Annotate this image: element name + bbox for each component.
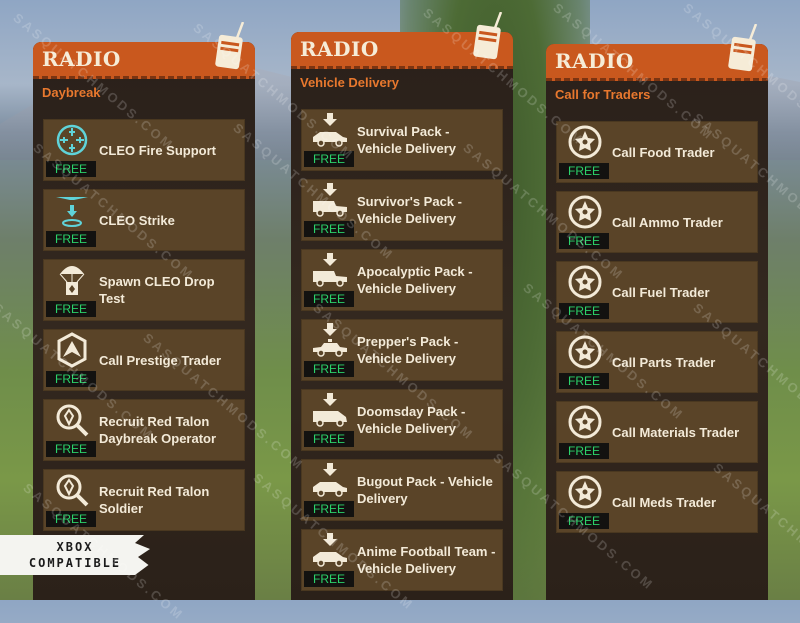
trader-star-icon <box>564 265 606 299</box>
radio-item[interactable]: FREE CLEO Fire Support <box>43 119 245 181</box>
item-label: Call Prestige Trader <box>99 352 222 368</box>
prestige-chevron-icon <box>51 332 93 368</box>
radio-item[interactable]: FREE Bugout Pack - Vehicle Delivery <box>301 459 503 521</box>
item-label: Call Parts Trader <box>612 354 716 370</box>
parachute-drop-icon <box>51 263 93 297</box>
van-delivery-icon <box>309 393 351 427</box>
price-badge: FREE <box>304 571 354 587</box>
radio-item[interactable]: FREE Prepper's Pack - Vehicle Delivery <box>301 319 503 381</box>
price-badge: FREE <box>46 441 96 457</box>
radio-item[interactable]: FREE Spawn CLEO Drop Test <box>43 259 245 321</box>
radio-item[interactable]: FREE Survival Pack - Vehicle Delivery <box>301 109 503 171</box>
price-badge: FREE <box>559 233 609 249</box>
price-badge: FREE <box>304 431 354 447</box>
item-label: Bugout Pack - Vehicle Delivery <box>357 474 493 506</box>
badge-line-1: XBOX <box>56 540 94 554</box>
price-badge: FREE <box>559 163 609 179</box>
radio-item[interactable]: FREE CLEO Strike <box>43 189 245 251</box>
recruit-search-icon <box>51 403 93 437</box>
item-label: Doomsday Pack - Vehicle Delivery <box>357 404 466 436</box>
item-label: CLEO Fire Support <box>99 142 216 158</box>
item-label: Call Food Trader <box>612 144 715 160</box>
item-label: Survivor's Pack - Vehicle Delivery <box>357 194 462 226</box>
trader-star-icon <box>564 195 606 229</box>
item-label: Prepper's Pack - Vehicle Delivery <box>357 334 459 366</box>
radio-panel-vehicle-delivery: RADIO Vehicle Delivery FREE Survival Pack -… <box>291 11 513 600</box>
radio-item[interactable]: FREE Recruit Red Talon Soldier <box>43 469 245 531</box>
radio-item[interactable]: FREE Call Parts Trader <box>556 331 758 393</box>
radio-item[interactable]: FREE Call Ammo Trader <box>556 191 758 253</box>
item-label: Anime Football Team - Vehicle Delivery <box>357 544 496 576</box>
item-list: FREE CLEO Fire Support FREE CLEO Strike FREE… <box>33 103 255 531</box>
car-delivery-icon <box>309 113 351 147</box>
item-label: Call Meds Trader <box>612 494 717 510</box>
radio-item[interactable]: FREE Survivor's Pack - Vehicle Delivery <box>301 179 503 241</box>
price-badge: FREE <box>304 151 354 167</box>
radio-item[interactable]: FREE Call Prestige Trader <box>43 329 245 391</box>
item-label: Call Materials Trader <box>612 424 740 440</box>
trader-star-icon <box>564 335 606 369</box>
airstrike-icon <box>51 193 93 227</box>
price-badge: FREE <box>559 303 609 319</box>
price-badge: FREE <box>304 361 354 377</box>
radio-icon <box>728 23 758 72</box>
recruit-search-icon <box>51 473 93 507</box>
jeep-delivery-icon <box>309 253 351 287</box>
price-badge: FREE <box>304 221 354 237</box>
trader-star-icon <box>564 405 606 439</box>
panel-subtitle: Vehicle Delivery <box>300 75 400 90</box>
radio-item[interactable]: FREE Anime Football Team - Vehicle Delive… <box>301 529 503 591</box>
jeep-delivery-icon <box>309 183 351 217</box>
price-badge: FREE <box>46 371 96 387</box>
price-badge: FREE <box>304 501 354 517</box>
item-label: Recruit Red Talon Soldier <box>99 484 210 516</box>
price-badge: FREE <box>304 291 354 307</box>
badge-line-2: COMPATIBLE <box>28 556 122 570</box>
panel-subtitle: Daybreak <box>42 85 101 100</box>
panel-title: RADIO <box>42 47 121 71</box>
radio-item[interactable]: FREE Call Food Trader <box>556 121 758 183</box>
price-badge: FREE <box>559 513 609 529</box>
police-car-delivery-icon <box>309 323 351 357</box>
radio-panel-daybreak: RADIO Daybreak FREE CLEO Fire Support FREE CL… <box>33 21 255 600</box>
radio-item[interactable]: FREE Apocalyptic Pack - Vehicle Delivery <box>301 249 503 311</box>
item-label: Call Ammo Trader <box>612 214 723 230</box>
price-badge: FREE <box>559 373 609 389</box>
radio-icon <box>215 21 245 70</box>
item-label: Apocalyptic Pack - Vehicle Delivery <box>357 264 473 296</box>
price-badge: FREE <box>46 161 96 177</box>
radio-item[interactable]: FREE Call Materials Trader <box>556 401 758 463</box>
panel-title: RADIO <box>555 49 634 73</box>
radio-item[interactable]: FREE Recruit Red Talon Daybreak Operator <box>43 399 245 461</box>
car-delivery-icon <box>309 463 351 497</box>
item-list: FREE Call Food Trader FREE Call Ammo Trader… <box>546 105 768 533</box>
price-badge: FREE <box>46 231 96 247</box>
panel-subtitle: Call for Traders <box>555 87 651 102</box>
panel-header: RADIO <box>33 21 255 79</box>
radio-item[interactable]: FREE Doomsday Pack - Vehicle Delivery <box>301 389 503 451</box>
price-badge: FREE <box>46 511 96 527</box>
trader-star-icon <box>564 125 606 159</box>
radio-panel-call-for-traders: RADIO Call for Traders FREE Call Food Trade… <box>546 23 768 600</box>
car-delivery-icon <box>309 533 351 567</box>
item-list: FREE Survival Pack - Vehicle Delivery FREE… <box>291 93 513 591</box>
panel-header: RADIO <box>546 23 768 81</box>
item-label: CLEO Strike <box>99 212 175 228</box>
price-badge: FREE <box>559 443 609 459</box>
panel-title: RADIO <box>300 37 379 61</box>
xbox-compatible-badge: XBOX COMPATIBLE <box>0 535 150 575</box>
panel-header: RADIO <box>291 11 513 69</box>
trader-star-icon <box>564 475 606 509</box>
item-label: Survival Pack - Vehicle Delivery <box>357 124 457 156</box>
radio-item[interactable]: FREE Call Meds Trader <box>556 471 758 533</box>
item-label: Recruit Red Talon Daybreak Operator <box>99 414 217 446</box>
radio-item[interactable]: FREE Call Fuel Trader <box>556 261 758 323</box>
price-badge: FREE <box>46 301 96 317</box>
item-label: Spawn CLEO Drop Test <box>99 274 215 306</box>
crosshair-icon <box>51 123 93 157</box>
radio-icon <box>473 11 503 60</box>
item-label: Call Fuel Trader <box>612 284 710 300</box>
